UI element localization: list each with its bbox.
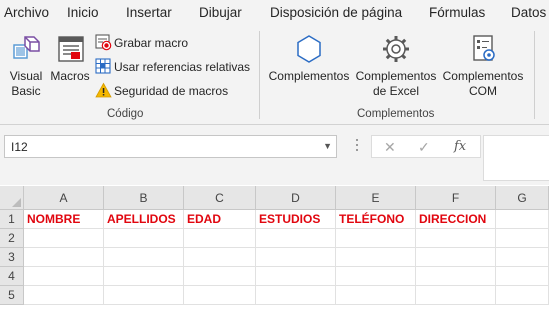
visual-basic-icon <box>13 36 40 59</box>
column-header-e[interactable]: E <box>336 186 416 210</box>
column-header-d[interactable]: D <box>256 186 336 210</box>
group-separator <box>259 31 260 119</box>
cell[interactable] <box>24 267 104 286</box>
complementos-excel-label-1: Complementos <box>355 69 437 83</box>
macros-icon <box>58 36 84 62</box>
complementos-com-label-2: COM <box>469 84 497 98</box>
row-header-1[interactable]: 1 <box>0 210 24 229</box>
seguridad-macros-label: Seguridad de macros <box>114 84 229 98</box>
spreadsheet-grid: A B C D E F G 1 2 3 4 5 NOMBRE APELLIDOS… <box>0 186 549 311</box>
formula-bar-area: I12 ▼ ✕ ✓ fx <box>0 125 549 185</box>
cell[interactable] <box>416 248 496 267</box>
cell-b1[interactable]: APELLIDOS <box>104 210 184 229</box>
visual-basic-button[interactable]: Visual Basic <box>4 33 48 99</box>
complementos-button[interactable]: Complementos <box>266 33 352 84</box>
cell[interactable] <box>184 267 256 286</box>
cell[interactable] <box>24 248 104 267</box>
cell[interactable] <box>496 229 549 248</box>
row-header-5[interactable]: 5 <box>0 286 24 305</box>
cell[interactable] <box>416 229 496 248</box>
com-addin-icon <box>473 35 495 61</box>
cancel-icon[interactable]: ✕ <box>384 139 396 156</box>
row-header-4[interactable]: 4 <box>0 267 24 286</box>
row-header-2[interactable]: 2 <box>0 229 24 248</box>
complementos-excel-button[interactable]: Complementos de Excel <box>353 33 439 99</box>
hexagon-icon <box>297 35 321 63</box>
usar-referencias-relativas-button[interactable]: Usar referencias relativas <box>95 57 255 77</box>
cell-d1[interactable]: ESTUDIOS <box>256 210 336 229</box>
cell[interactable] <box>184 248 256 267</box>
cell-g1[interactable] <box>496 210 549 229</box>
complementos-com-label-1: Complementos <box>442 69 524 83</box>
tab-datos[interactable]: Datos <box>511 5 546 20</box>
cell[interactable] <box>256 229 336 248</box>
ribbon-developer: Visual Basic Macros Grabar macro Usar re… <box>0 27 549 125</box>
cell[interactable] <box>104 286 184 305</box>
column-header-c[interactable]: C <box>184 186 256 210</box>
cell[interactable] <box>336 286 416 305</box>
complementos-excel-label-2: de Excel <box>372 84 420 98</box>
relative-references-icon <box>95 58 111 74</box>
cell-e1[interactable]: TELÉFONO <box>336 210 416 229</box>
column-header-f[interactable]: F <box>416 186 496 210</box>
cell[interactable] <box>184 229 256 248</box>
cell[interactable] <box>24 229 104 248</box>
visual-basic-label-1: Visual <box>9 69 43 83</box>
tab-inicio[interactable]: Inicio <box>67 5 99 20</box>
cell[interactable] <box>256 248 336 267</box>
cell[interactable] <box>496 248 549 267</box>
cell[interactable] <box>496 286 549 305</box>
group-label-codigo: Código <box>107 108 144 120</box>
cell-f1[interactable]: DIRECCION <box>416 210 496 229</box>
warning-icon <box>95 82 112 98</box>
column-header-g[interactable]: G <box>496 186 549 210</box>
grabar-macro-button[interactable]: Grabar macro <box>95 33 235 53</box>
record-macro-icon <box>95 34 112 51</box>
name-box[interactable]: I12 ▼ <box>4 135 337 158</box>
select-all-button[interactable] <box>0 186 24 210</box>
formula-input[interactable] <box>483 135 549 181</box>
formula-bar-resize-handle[interactable] <box>356 139 358 155</box>
complementos-label: Complementos <box>268 69 350 83</box>
cell[interactable] <box>104 229 184 248</box>
row-header-3[interactable]: 3 <box>0 248 24 267</box>
cell[interactable] <box>104 267 184 286</box>
name-box-value: I12 <box>11 140 28 154</box>
cell-c1[interactable]: EDAD <box>184 210 256 229</box>
group-separator-2 <box>534 31 535 119</box>
tab-archivo[interactable]: Archivo <box>4 5 49 20</box>
cell[interactable] <box>496 267 549 286</box>
cell[interactable] <box>416 286 496 305</box>
cell[interactable] <box>416 267 496 286</box>
tab-disposicion[interactable]: Disposición de página <box>270 5 402 20</box>
visual-basic-label-2: Basic <box>11 84 41 98</box>
seguridad-macros-button[interactable]: Seguridad de macros <box>95 81 235 101</box>
cell[interactable] <box>24 286 104 305</box>
macros-button[interactable]: Macros <box>49 33 91 84</box>
formula-buttons: ✕ ✓ fx <box>371 135 481 158</box>
tab-formulas[interactable]: Fórmulas <box>429 5 485 20</box>
chevron-down-icon[interactable]: ▼ <box>323 141 332 151</box>
cell[interactable] <box>184 286 256 305</box>
cell[interactable] <box>336 267 416 286</box>
column-header-b[interactable]: B <box>104 186 184 210</box>
tab-dibujar[interactable]: Dibujar <box>199 5 242 20</box>
enter-icon[interactable]: ✓ <box>418 139 430 156</box>
gear-icon <box>383 36 409 62</box>
cell[interactable] <box>336 248 416 267</box>
grabar-macro-label: Grabar macro <box>114 36 189 50</box>
cell[interactable] <box>104 248 184 267</box>
cell[interactable] <box>336 229 416 248</box>
usar-referencias-label: Usar referencias relativas <box>114 60 251 74</box>
group-label-complementos: Complementos <box>357 108 435 120</box>
macros-label: Macros <box>50 69 90 83</box>
fx-icon[interactable]: fx <box>454 139 466 154</box>
cell-a1[interactable]: NOMBRE <box>24 210 104 229</box>
ribbon-tab-bar: Archivo Inicio Insertar Dibujar Disposic… <box>0 0 549 27</box>
column-header-a[interactable]: A <box>24 186 104 210</box>
cell[interactable] <box>256 286 336 305</box>
cell[interactable] <box>256 267 336 286</box>
complementos-com-button[interactable]: Complementos COM <box>440 33 526 99</box>
tab-insertar[interactable]: Insertar <box>126 5 172 20</box>
